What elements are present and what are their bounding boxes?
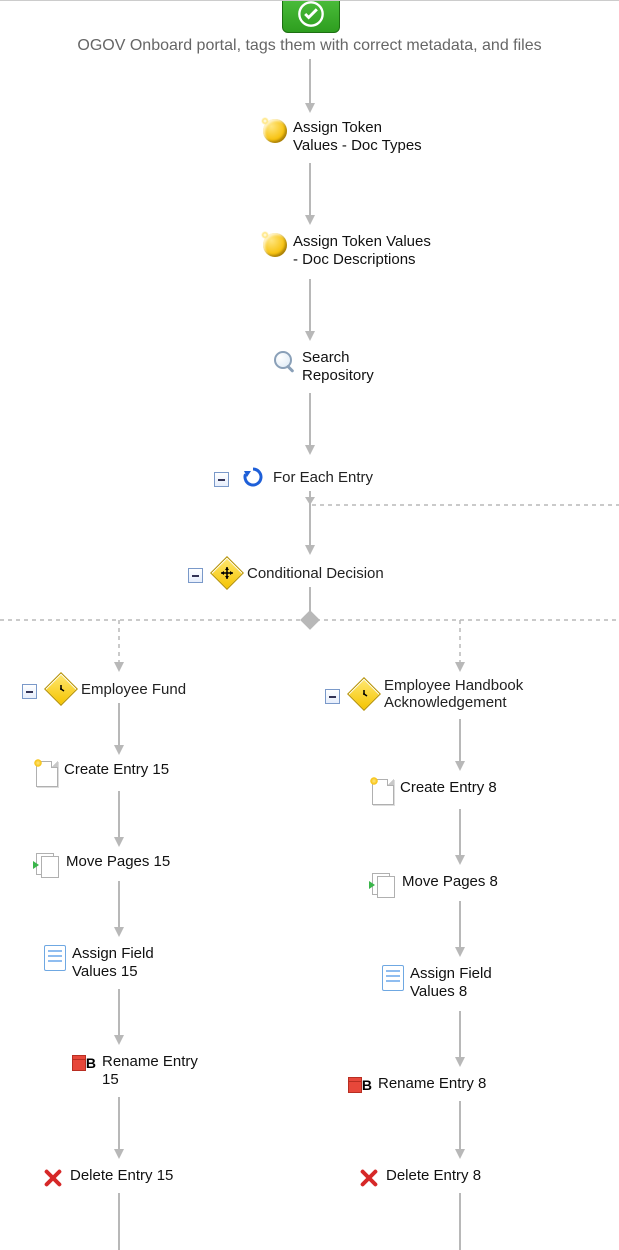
diamond-icon <box>44 672 78 706</box>
start-node[interactable] <box>282 0 340 33</box>
delete-entry-8[interactable]: Delete Entry 8 <box>358 1167 481 1189</box>
diamond-icon <box>347 677 381 711</box>
rename-icon: B <box>72 1053 96 1073</box>
branch-employee-fund[interactable]: Employee Fund <box>22 677 186 701</box>
diamond-icon <box>210 556 244 590</box>
collapse-toggle[interactable] <box>214 472 229 487</box>
connector <box>460 1101 480 1161</box>
connector <box>310 163 330 229</box>
create-entry-15[interactable]: Create Entry 15 <box>36 761 169 787</box>
connector <box>460 1193 480 1250</box>
delete-icon <box>42 1167 64 1189</box>
rename-entry-15[interactable]: B Rename Entry 15 <box>72 1053 198 1089</box>
connector <box>310 505 330 557</box>
branch-employee-handbook-ack[interactable]: Employee Handbook Acknowledgement <box>325 677 523 711</box>
loop-icon <box>241 465 265 489</box>
move-pages-8[interactable]: Move Pages 8 <box>372 873 498 897</box>
connector <box>460 809 480 867</box>
search-repository[interactable]: Search Repository <box>272 349 374 385</box>
collapse-toggle[interactable] <box>22 684 37 699</box>
connector-dashed <box>310 491 619 521</box>
move-pages-15[interactable]: Move Pages 15 <box>36 853 170 877</box>
connector <box>119 989 139 1047</box>
coin-icon <box>263 119 287 143</box>
connector <box>460 719 480 773</box>
create-entry-8[interactable]: Create Entry 8 <box>372 779 497 805</box>
move-pages-icon <box>36 853 60 877</box>
connector <box>119 1193 139 1250</box>
assign-field-values-15[interactable]: Assign Field Values 15 <box>44 945 154 981</box>
connector <box>310 59 330 117</box>
decision-split-icon <box>300 610 320 630</box>
connector <box>460 901 480 959</box>
field-values-icon <box>44 945 66 971</box>
delete-entry-15[interactable]: Delete Entry 15 <box>42 1167 173 1189</box>
for-each-entry[interactable]: For Each Entry <box>214 465 373 489</box>
collapse-toggle[interactable] <box>325 689 340 704</box>
assign-token-doc-types[interactable]: Assign Token Values - Doc Types <box>263 119 422 155</box>
rename-icon: B <box>348 1075 372 1095</box>
assign-token-doc-descriptions[interactable]: Assign Token Values - Doc Descriptions <box>263 233 431 269</box>
connector <box>460 1011 480 1069</box>
search-icon <box>272 349 296 373</box>
connector <box>119 1097 139 1161</box>
connector <box>119 703 139 757</box>
move-pages-icon <box>372 873 396 897</box>
connector <box>310 279 330 345</box>
assign-field-values-8[interactable]: Assign Field Values 8 <box>382 965 492 1001</box>
new-document-icon <box>372 779 394 805</box>
field-values-icon <box>382 965 404 991</box>
connector <box>119 881 139 939</box>
new-document-icon <box>36 761 58 787</box>
connector <box>310 393 330 459</box>
header-description: OGOV Onboard portal, tags them with corr… <box>0 37 619 55</box>
delete-icon <box>358 1167 380 1189</box>
connector <box>119 791 139 849</box>
collapse-toggle[interactable] <box>188 568 203 583</box>
rename-entry-8[interactable]: B Rename Entry 8 <box>348 1075 486 1095</box>
workflow-canvas: OGOV Onboard portal, tags them with corr… <box>0 0 619 1250</box>
conditional-decision[interactable]: Conditional Decision <box>188 561 384 585</box>
coin-icon <box>263 233 287 257</box>
